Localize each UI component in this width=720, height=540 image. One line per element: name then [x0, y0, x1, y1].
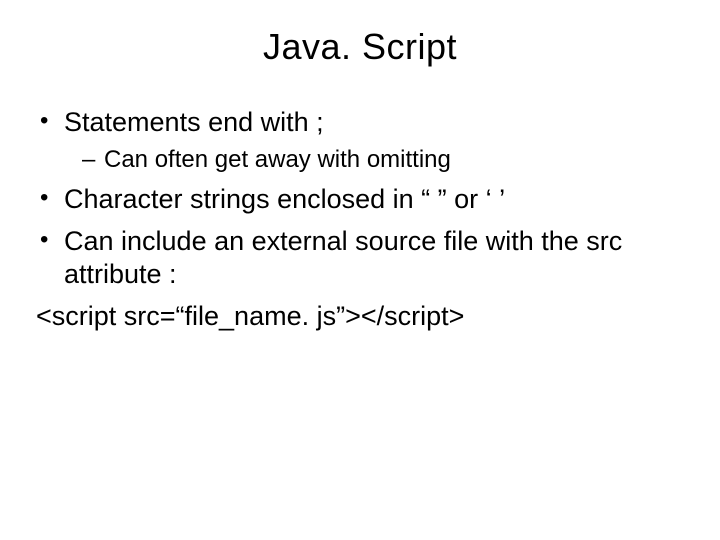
sub-bullet-list: Can often get away with omitting — [64, 144, 684, 175]
bullet-text-2: Character strings enclosed in “ ” or ‘ ’ — [64, 184, 505, 214]
slide-title: Java. Script — [36, 26, 684, 68]
bullet-item-3: Can include an external source file with… — [36, 225, 684, 293]
bullet-item-1: Statements end with ; Can often get away… — [36, 106, 684, 175]
slide: Java. Script Statements end with ; Can o… — [0, 0, 720, 540]
bullet-item-2: Character strings enclosed in “ ” or ‘ ’ — [36, 183, 684, 217]
code-example: <script src=“file_name. js”></script> — [36, 300, 684, 334]
bullet-list: Statements end with ; Can often get away… — [36, 106, 684, 292]
sub-bullet-text-1: Can often get away with omitting — [104, 146, 451, 173]
bullet-text-1: Statements end with ; — [64, 107, 324, 137]
bullet-text-3: Can include an external source file with… — [64, 226, 622, 290]
sub-bullet-item-1: Can often get away with omitting — [64, 144, 684, 175]
